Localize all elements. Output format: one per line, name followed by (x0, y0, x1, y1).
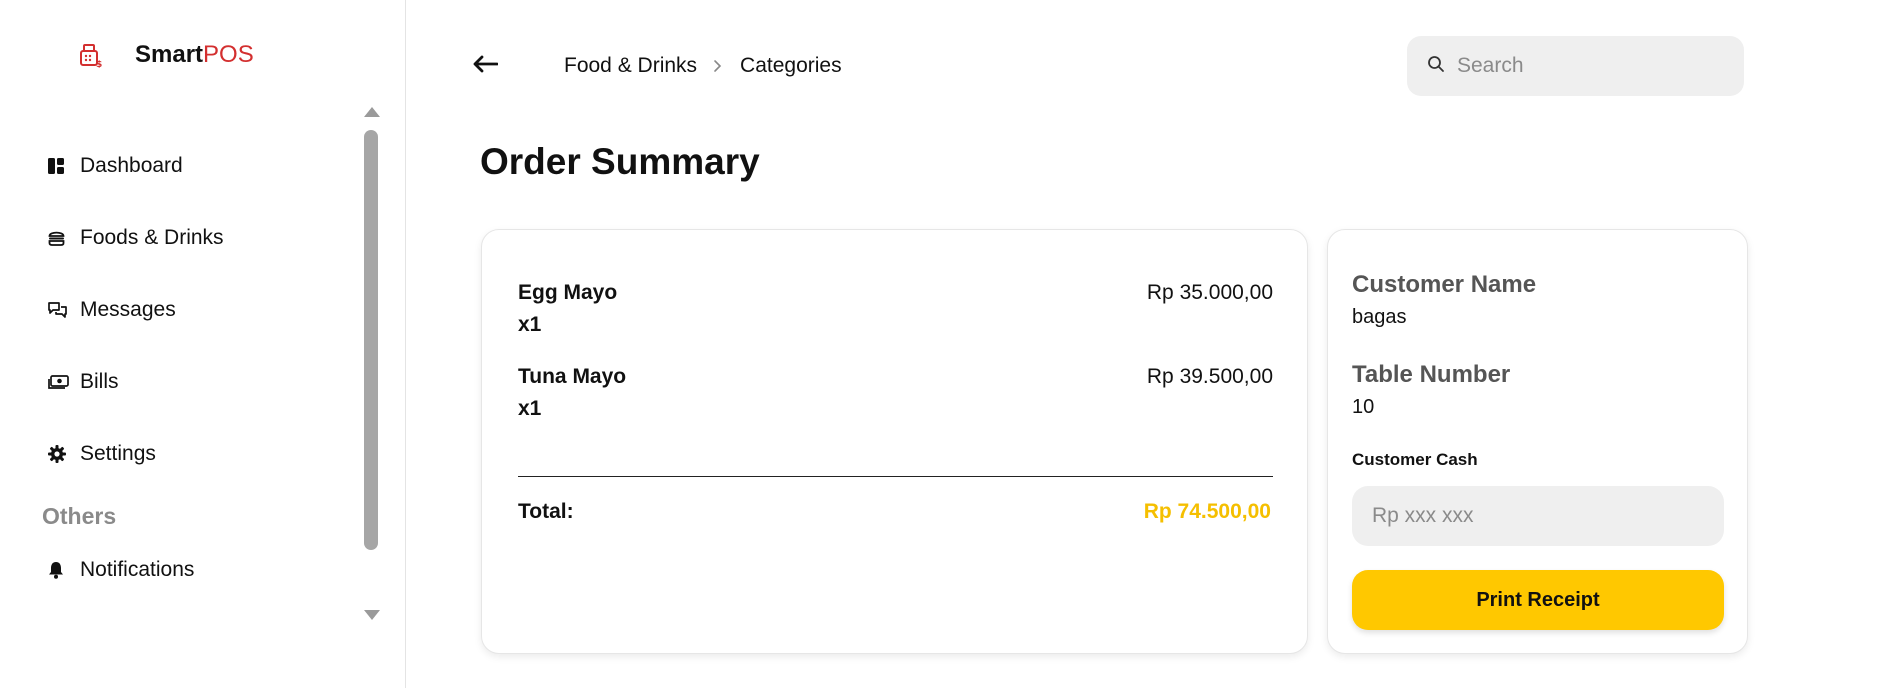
money-icon (42, 374, 74, 390)
sidebar-item-label: Dashboard (80, 154, 183, 177)
order-item: Egg Mayo x1 Rp 35.000,00 (518, 281, 1273, 337)
search-icon (1427, 55, 1445, 78)
sidebar: $ SmartPOS Dashboard Foods & Drinks Mess… (0, 0, 406, 688)
customer-name-label: Customer Name (1352, 271, 1537, 298)
sidebar-item-dashboard[interactable]: Dashboard (42, 130, 342, 202)
breadcrumb-food-drinks[interactable]: Food & Drinks (564, 54, 697, 78)
scroll-down-arrow[interactable] (364, 610, 380, 620)
table-number-value: 10 (1352, 396, 1375, 418)
print-receipt-button[interactable]: Print Receipt (1352, 570, 1724, 630)
chevron-right-icon (713, 59, 722, 73)
total-value: Rp 74.500,00 (1143, 500, 1271, 523)
svg-text:$: $ (96, 60, 102, 68)
order-item-qty: x1 (518, 313, 542, 336)
sidebar-section-others: Others (42, 503, 117, 529)
order-item-price: Rp 35.000,00 (1146, 281, 1273, 304)
sidebar-item-label: Foods & Drinks (80, 226, 224, 249)
page-title: Order Summary (480, 141, 760, 182)
arrow-left-icon (472, 55, 499, 78)
table-number-label: Table Number (1352, 361, 1511, 388)
sidebar-item-messages[interactable]: Messages (42, 274, 342, 346)
customer-card: Customer Name bagas Table Number 10 Cust… (1327, 229, 1748, 654)
search-input[interactable] (1457, 54, 1717, 78)
chat-icon (42, 301, 74, 319)
breadcrumb: Food & Drinks Categories (564, 54, 842, 78)
sidebar-item-label: Bills (80, 370, 119, 393)
sidebar-item-bills[interactable]: Bills (42, 346, 342, 418)
order-item-qty: x1 (518, 397, 542, 420)
cash-register-icon: $ (78, 41, 104, 69)
back-button[interactable] (470, 52, 500, 80)
sidebar-nav: Dashboard Foods & Drinks Messages Bills … (42, 130, 342, 490)
sidebar-item-notifications[interactable]: Notifications (42, 534, 342, 606)
order-item-price: Rp 39.500,00 (1146, 365, 1273, 388)
brand-name: SmartPOS (135, 41, 254, 69)
total-label: Total: (518, 500, 574, 523)
dashboard-icon (42, 158, 74, 174)
bell-icon (42, 561, 74, 579)
order-item: Tuna Mayo x1 Rp 39.500,00 (518, 365, 1273, 421)
gear-icon (42, 445, 74, 463)
scrollbar-thumb[interactable] (364, 130, 378, 550)
burger-icon (42, 230, 74, 246)
sidebar-item-label: Notifications (80, 558, 195, 581)
brand[interactable]: $ SmartPOS (78, 41, 254, 69)
brand-name-accent: POS (203, 41, 254, 68)
search-box[interactable] (1407, 36, 1744, 96)
customer-name-value: bagas (1352, 306, 1407, 328)
sidebar-item-label: Settings (80, 442, 156, 465)
breadcrumb-categories[interactable]: Categories (740, 54, 842, 78)
total-divider (518, 476, 1273, 477)
sidebar-item-settings[interactable]: Settings (42, 418, 342, 490)
order-items-card: Egg Mayo x1 Rp 35.000,00 Tuna Mayo x1 Rp… (481, 229, 1308, 654)
sidebar-item-foods-drinks[interactable]: Foods & Drinks (42, 202, 342, 274)
customer-cash-label: Customer Cash (1352, 450, 1478, 469)
brand-name-bold: Smart (135, 41, 204, 68)
customer-cash-input[interactable] (1352, 486, 1724, 546)
sidebar-item-label: Messages (80, 298, 176, 321)
scroll-up-arrow[interactable] (364, 107, 380, 117)
